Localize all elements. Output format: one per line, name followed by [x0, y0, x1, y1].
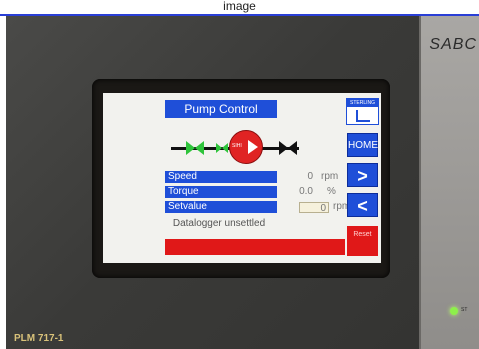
home-button[interactable]: HOME [347, 133, 378, 157]
setvalue-label: Setvalue [165, 201, 277, 213]
pump-label: SIHI [232, 143, 242, 149]
prev-button[interactable]: < [347, 193, 378, 217]
led-label: ST [461, 307, 468, 313]
caption-strip: image [0, 0, 479, 16]
page-title: Pump Control [165, 100, 277, 118]
device-side-panel: SABC [419, 16, 479, 349]
brand-logo: SABC [429, 36, 477, 53]
model-label: PLM 717-1 [14, 333, 64, 344]
alarm-bar [165, 239, 345, 255]
next-button[interactable]: > [347, 163, 378, 187]
reset-button[interactable]: Reset [347, 226, 378, 256]
torque-unit: % [327, 186, 336, 197]
speed-value: 0 [307, 171, 313, 182]
pump-arrow-icon [248, 140, 258, 154]
pump-icon[interactable]: SIHI [229, 130, 263, 164]
status-led [450, 307, 458, 315]
torque-value: 0.0 [299, 186, 313, 197]
logo-text: STERLING [347, 99, 378, 107]
speed-label: Speed [165, 171, 277, 183]
logo-mark-icon [356, 110, 370, 122]
setvalue-input[interactable]: 0 [299, 202, 329, 214]
speed-unit: rpm [321, 171, 339, 182]
datalogger-status: Datalogger unsettled [172, 218, 266, 229]
torque-label: Torque [165, 186, 277, 198]
sterling-logo: STERLING [346, 98, 379, 125]
hmi-screen: Pump Control STERLING SIHI Speed 0 rpm T… [103, 93, 381, 263]
